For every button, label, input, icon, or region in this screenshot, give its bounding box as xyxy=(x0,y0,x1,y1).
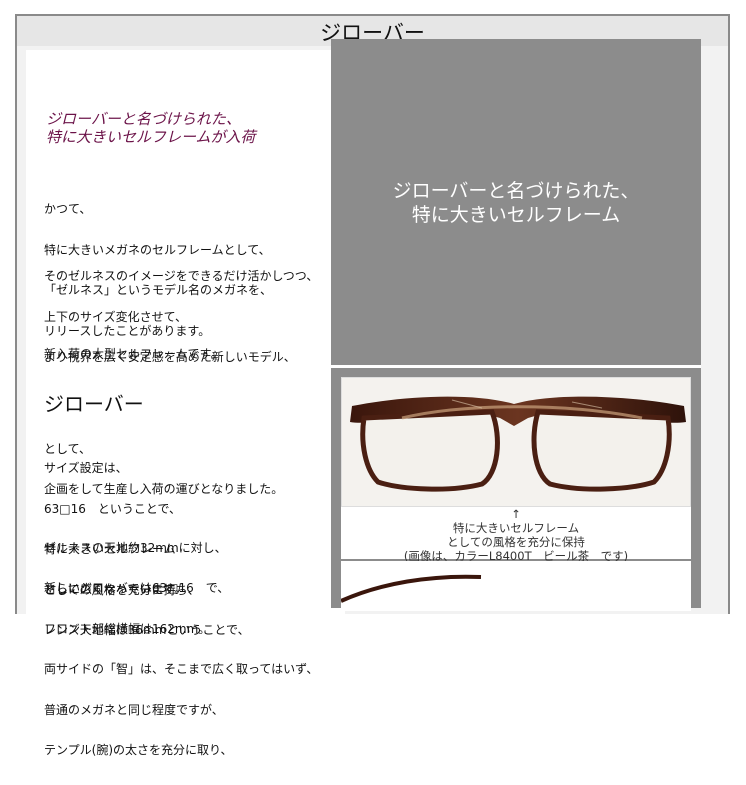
headline-line-1: ジローバーと名づけられた、 xyxy=(46,110,241,128)
text-line: 上下のサイズ変化させて、 xyxy=(44,309,188,324)
headline: ジローバーと名づけられた、 特に大きいセルフレームが入荷 xyxy=(46,110,256,146)
caption-line-2: としての風格を充分に保持 xyxy=(447,535,585,549)
hero-heading-line-2: 特に大きいセルフレーム xyxy=(411,204,621,226)
arrow-up-icon: ↑ xyxy=(511,507,521,521)
second-photo xyxy=(340,561,691,611)
image-panel: ↑ 特に大きいセルフレーム としての風格を充分に保持 (画像は、カラーL8400… xyxy=(331,368,701,611)
caption-line-1: 特に大きいセルフレーム xyxy=(452,521,580,535)
headline-line-2: 特に大きいセルフレームが入荷 xyxy=(46,128,256,146)
text-line: 63□16 ということで、 xyxy=(44,501,182,516)
text-line: サイズ設定は、 xyxy=(44,461,128,475)
glasses-side-illustration xyxy=(340,574,482,603)
text-line: 新しいジローバーは63□16 で、 xyxy=(44,581,230,595)
glasses-photo xyxy=(341,377,691,507)
paragraph-dimensions: 新しいジローバーは63□16 で、 フロント部総横幅は162mm。 両サイドの「… xyxy=(44,555,318,785)
text-line: テンプル(腕)の太さを充分に取り、 xyxy=(44,743,233,757)
text-line: 両サイドの「智」は、そこまで広く取ってはいず、 xyxy=(44,662,319,676)
text-line: かつて、 xyxy=(44,202,92,216)
hero-panel: ジローバーと名づけられた、 特に大きいセルフレーム xyxy=(331,39,701,365)
photo-caption: ↑ 特に大きいセルフレーム としての風格を充分に保持 (画像は、カラーL8400… xyxy=(341,507,691,563)
text-line: ゼルネスの天地約32mmに対し、 xyxy=(44,541,227,555)
left-column: ジローバーと名づけられた、 特に大きいセルフレームが入荷 かつて、 特に大きいメ… xyxy=(26,50,345,757)
text-line: 普通のメガネと同じ程度ですが、 xyxy=(44,702,224,717)
paragraph-new-arrival: 新入荷の大型セルフレームです。 xyxy=(44,347,223,361)
hero-heading-line-1: ジローバーと名づけられた、 xyxy=(392,180,640,202)
model-name: ジローバー xyxy=(44,391,144,416)
text-line: そのゼルネスのイメージをできるだけ活かしつつ、 xyxy=(44,269,319,283)
text-line: フロント部総横幅は162mm。 xyxy=(44,621,211,636)
hero-heading: ジローバーと名づけられた、 特に大きいセルフレーム xyxy=(331,179,701,227)
eyeglasses-illustration xyxy=(350,396,686,492)
